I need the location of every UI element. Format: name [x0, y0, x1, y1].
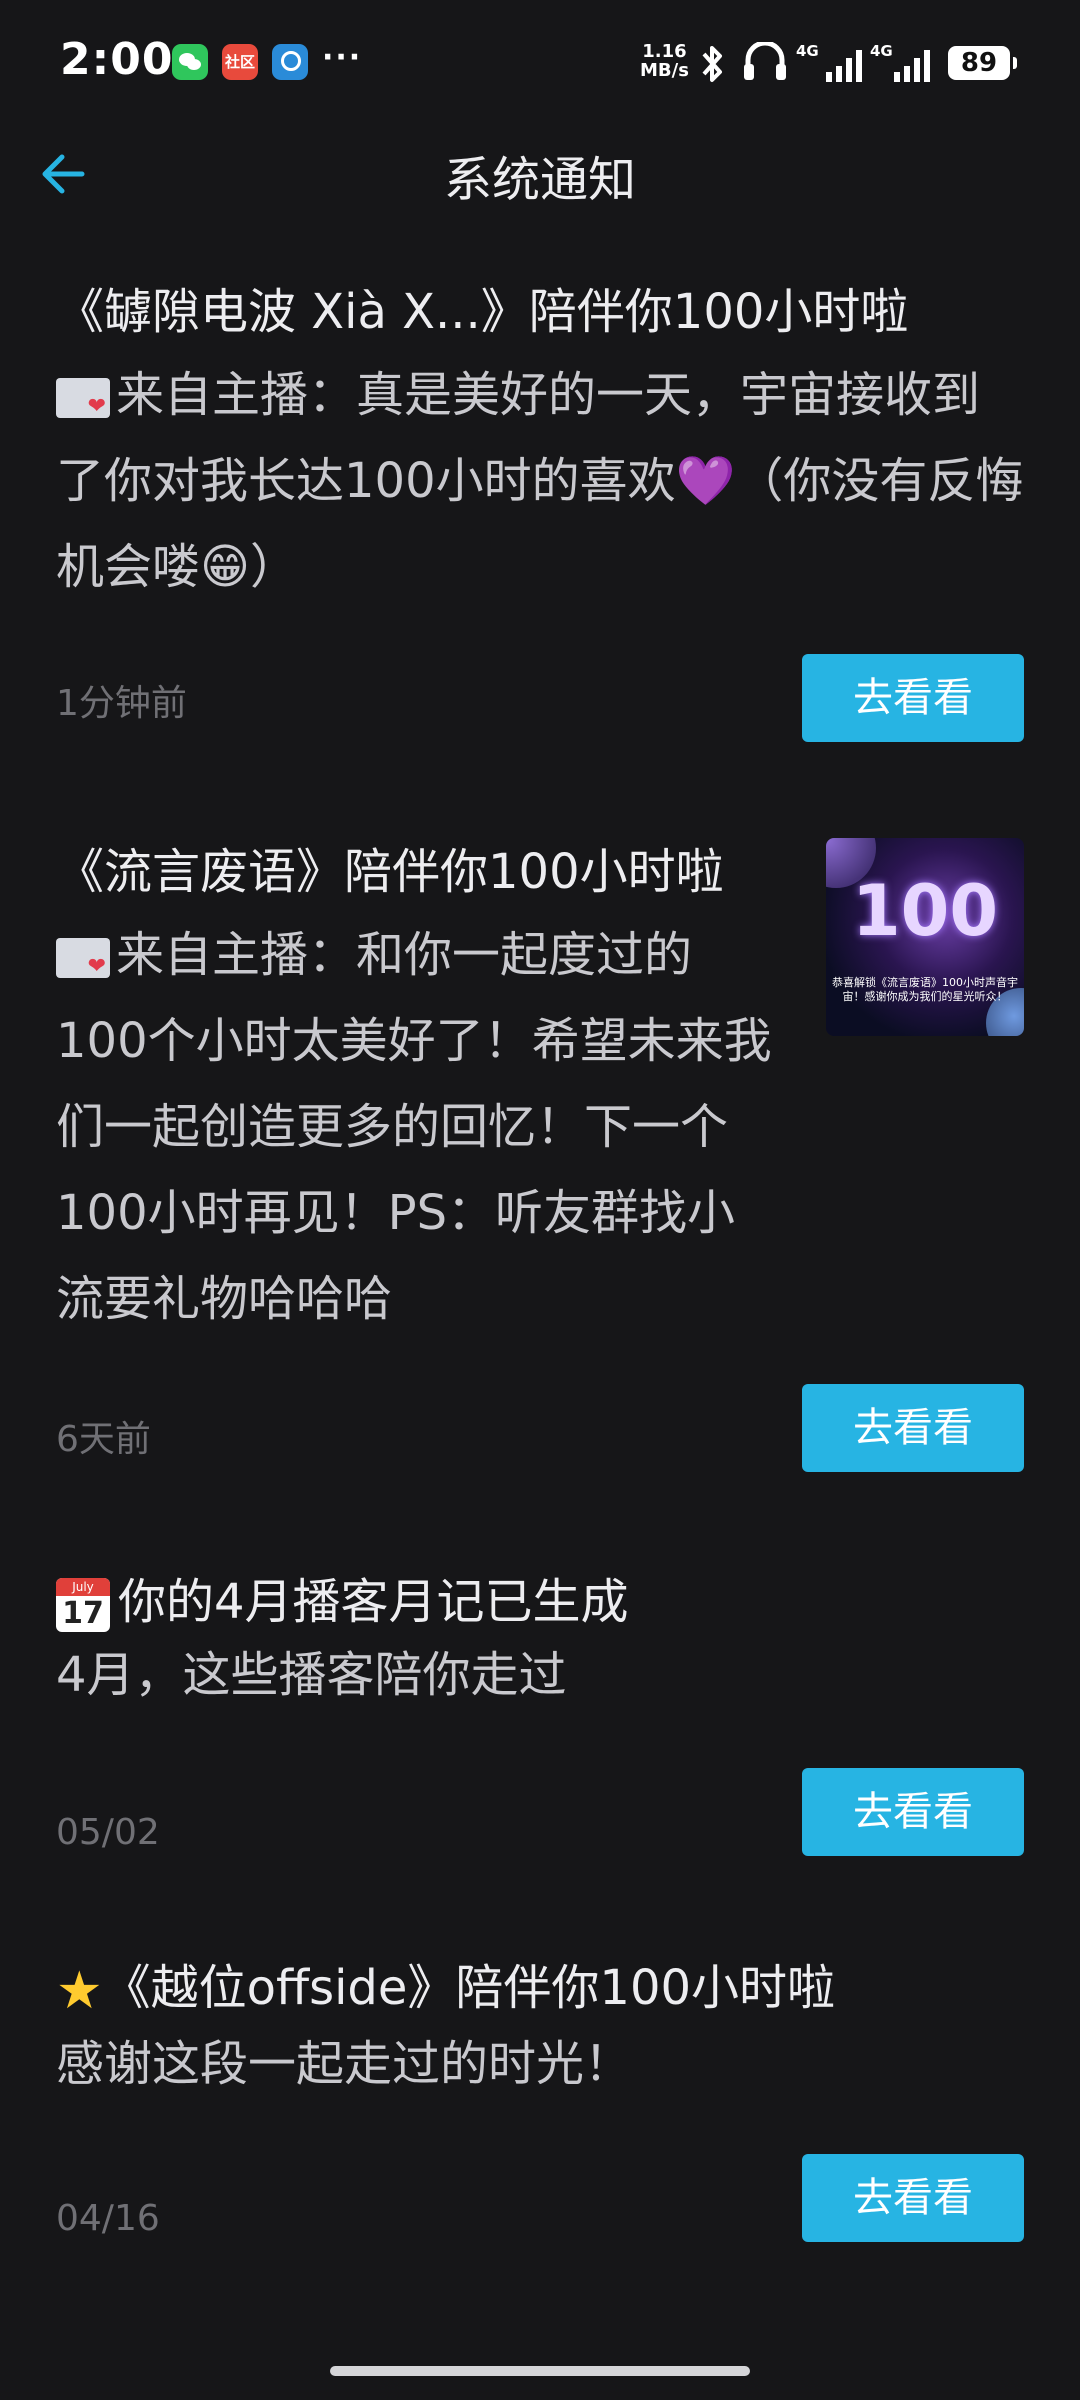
- bluetooth-icon: [702, 46, 722, 82]
- clock: 2:00: [60, 34, 174, 85]
- notification-body: 来自主播：和你一起度过的100个小时太美好了！希望未来我们一起创造更多的回忆！下…: [56, 912, 776, 1342]
- notification-item: ★《越位offside》陪伴你100小时啦 感谢这段一起走过的时光！ 04/16…: [56, 1958, 1024, 2242]
- notification-body: 来自主播：真是美好的一天，宇宙接收到了你对我长达100小时的喜欢💜（你没有反悔机…: [56, 352, 1024, 610]
- network-speed: 1.16 MB/s: [640, 42, 689, 80]
- go-see-button[interactable]: 去看看: [802, 654, 1024, 742]
- go-see-button[interactable]: 去看看: [802, 1384, 1024, 1472]
- network-speed-unit: MB/s: [640, 60, 689, 81]
- notification-item: July 17 你的4月播客月记已生成 4月，这些播客陪你走过 05/02 去看看: [56, 1572, 1024, 1856]
- notification-title: 《罅隙电波 Xià X...》陪伴你100小时啦: [56, 284, 909, 340]
- notification-body: 感谢这段一起走过的时光！: [56, 2036, 633, 2092]
- thumbnail-caption: 恭喜解锁《流言废语》100小时声音宇宙！感谢你成为我们的星光听众！: [832, 976, 1018, 1003]
- wechat-icon: [172, 44, 208, 80]
- community-icon: 社区: [222, 44, 258, 80]
- notification-body-text: 来自主播：真是美好的一天，宇宙接收到了你对我长达100小时的喜欢💜（你没有反悔机…: [56, 367, 1024, 595]
- notification-title-text: 你的4月播客月记已生成: [118, 1574, 629, 1630]
- bottom-fade: [0, 2326, 1080, 2400]
- more-notifications-icon: ···: [322, 40, 363, 75]
- notification-body: 4月，这些播客陪你走过: [56, 1647, 567, 1703]
- signal-4g-icon: 4G: [796, 42, 862, 82]
- home-indicator[interactable]: [330, 2366, 750, 2376]
- notification-time: 1分钟前: [56, 683, 187, 724]
- podcast-cover-thumbnail[interactable]: 100 恭喜解锁《流言废语》100小时声音宇宙！感谢你成为我们的星光听众！: [826, 838, 1024, 1036]
- go-see-button[interactable]: 去看看: [802, 1768, 1024, 1856]
- calendar-month: July: [56, 1578, 110, 1596]
- notification-content: 《流言废语》陪伴你100小时啦 来自主播：和你一起度过的100个小时太美好了！希…: [56, 842, 776, 1342]
- header: 系统通知: [0, 126, 1080, 222]
- signal-4g-icon: 4G: [870, 42, 930, 82]
- network-speed-value: 1.16: [642, 41, 687, 62]
- battery-indicator: 89: [948, 46, 1017, 80]
- calendar-icon: July 17: [56, 1578, 110, 1632]
- notification-title: 《流言废语》陪伴你100小时啦: [56, 844, 724, 900]
- signal1-label: 4G: [796, 42, 819, 60]
- thumbnail-number: 100: [851, 870, 999, 952]
- notification-title-text: 《越位offside》陪伴你100小时啦: [102, 1960, 836, 2016]
- love-letter-icon: [56, 378, 110, 418]
- headphones-icon: [744, 42, 786, 80]
- notification-item: 《罅隙电波 Xià X...》陪伴你100小时啦 来自主播：真是美好的一天，宇宙…: [56, 282, 1024, 742]
- star-icon: ★: [56, 1961, 103, 2021]
- notification-body-text: 来自主播：和你一起度过的100个小时太美好了！希望未来我们一起创造更多的回忆！下…: [56, 927, 772, 1327]
- calendar-day: 17: [62, 1596, 104, 1631]
- notification-title: ★《越位offside》陪伴你100小时啦: [56, 1958, 1024, 2021]
- signal2-label: 4G: [870, 42, 893, 60]
- notification-time: 6天前: [56, 1419, 151, 1460]
- notification-time: 05/02: [56, 1812, 160, 1853]
- notification-item: 《流言废语》陪伴你100小时啦 来自主播：和你一起度过的100个小时太美好了！希…: [56, 838, 1024, 1472]
- notification-title: July 17 你的4月播客月记已生成: [56, 1572, 1024, 1632]
- station-icon: [272, 44, 308, 80]
- go-see-button[interactable]: 去看看: [802, 2154, 1024, 2242]
- status-bar: 2:00 社区 ··· 1.16 MB/s 4G 4G 89: [0, 0, 1080, 126]
- notification-time: 04/16: [56, 2198, 160, 2239]
- page-title: 系统通知: [443, 152, 636, 208]
- love-letter-icon: [56, 938, 110, 978]
